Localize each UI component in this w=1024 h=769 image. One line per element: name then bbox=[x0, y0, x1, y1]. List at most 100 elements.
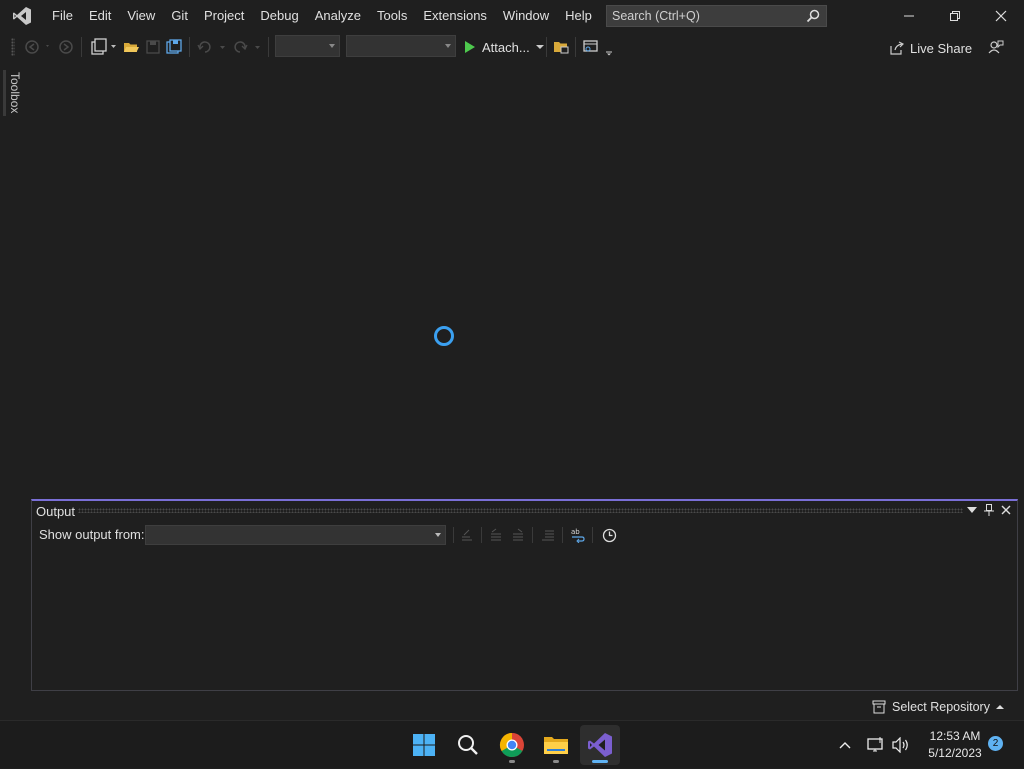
menu-debug[interactable]: Debug bbox=[252, 0, 306, 32]
menu-file[interactable]: File bbox=[44, 0, 81, 32]
menu-project[interactable]: Project bbox=[196, 0, 252, 32]
share-icon bbox=[890, 41, 904, 55]
network-button[interactable] bbox=[864, 721, 888, 769]
save-all-button[interactable] bbox=[165, 36, 183, 58]
toolbar-separator bbox=[81, 37, 82, 57]
navigate-forward-button[interactable] bbox=[56, 36, 76, 58]
solution-platforms-dropdown[interactable] bbox=[346, 35, 456, 57]
output-panel: Output Show output from: ab bbox=[31, 499, 1018, 691]
undo-button[interactable] bbox=[195, 36, 227, 58]
toolbar-separator bbox=[546, 37, 547, 57]
close-icon bbox=[1001, 505, 1011, 515]
feedback-button[interactable] bbox=[986, 36, 1006, 58]
live-share-button[interactable]: Live Share bbox=[890, 37, 972, 59]
toggle-word-wrap-button[interactable]: ab bbox=[569, 526, 587, 544]
restore-button[interactable] bbox=[932, 0, 978, 32]
volume-icon bbox=[892, 737, 908, 753]
clock-time: 12:53 AM bbox=[929, 729, 981, 743]
toolbar-grip[interactable] bbox=[11, 38, 15, 56]
search-box[interactable]: Search (Ctrl+Q) bbox=[606, 5, 827, 27]
next-message-icon bbox=[513, 528, 523, 541]
restore-icon bbox=[950, 11, 960, 21]
menu-git[interactable]: Git bbox=[163, 0, 196, 32]
taskbar-search-button[interactable] bbox=[448, 725, 488, 765]
chevron-up-icon bbox=[995, 705, 1004, 709]
taskbar-visual-studio[interactable] bbox=[580, 725, 620, 765]
minimize-button[interactable] bbox=[886, 0, 932, 32]
start-button[interactable] bbox=[404, 725, 444, 765]
redo-icon bbox=[234, 41, 260, 53]
previous-message-icon bbox=[491, 528, 501, 541]
chevron-down-icon bbox=[967, 507, 977, 513]
menu-help[interactable]: Help bbox=[557, 0, 600, 32]
volume-button[interactable] bbox=[890, 721, 912, 769]
save-all-icon bbox=[166, 39, 182, 54]
save-button[interactable] bbox=[144, 36, 162, 58]
clear-all-button[interactable] bbox=[539, 526, 557, 544]
minimize-icon bbox=[904, 15, 914, 17]
open-file-button[interactable] bbox=[122, 36, 140, 58]
menu-view[interactable]: View bbox=[119, 0, 163, 32]
new-project-icon bbox=[91, 38, 116, 55]
window-layout-button[interactable] bbox=[581, 36, 615, 58]
solution-configurations-dropdown[interactable] bbox=[275, 35, 340, 57]
taskbar-chrome[interactable] bbox=[492, 725, 532, 765]
menu-edit[interactable]: Edit bbox=[81, 0, 119, 32]
redo-button[interactable] bbox=[231, 36, 263, 58]
next-message-button[interactable] bbox=[509, 526, 527, 544]
windows-logo-icon bbox=[413, 734, 435, 756]
pin-panel-button[interactable] bbox=[982, 503, 996, 517]
previous-message-button[interactable] bbox=[487, 526, 505, 544]
active-indicator bbox=[592, 760, 608, 763]
output-source-dropdown[interactable] bbox=[145, 525, 446, 545]
select-repository-button[interactable]: Select Repository bbox=[872, 700, 1004, 714]
loading-spinner-icon bbox=[434, 326, 454, 346]
output-panel-title: Output bbox=[36, 503, 76, 519]
toolbar-separator bbox=[532, 527, 533, 543]
menu-tools[interactable]: Tools bbox=[369, 0, 415, 32]
panel-options-button[interactable] bbox=[965, 503, 979, 517]
clear-all-icon bbox=[542, 530, 554, 541]
chevron-down-icon bbox=[535, 45, 544, 49]
undo-icon bbox=[197, 41, 225, 53]
find-message-in-code-button[interactable] bbox=[458, 526, 476, 544]
toolbox-tab[interactable]: Toolbox bbox=[0, 70, 24, 116]
navigate-backward-icon bbox=[25, 40, 49, 54]
browse-folder-button[interactable] bbox=[552, 36, 570, 58]
navigate-backward-button[interactable] bbox=[22, 36, 52, 58]
folder-view-icon bbox=[554, 42, 569, 54]
chevron-down-icon bbox=[445, 44, 451, 48]
chevron-down-icon bbox=[435, 533, 441, 537]
feedback-person-icon bbox=[988, 40, 1004, 54]
menu-extensions[interactable]: Extensions bbox=[415, 0, 495, 32]
output-panel-header: Output bbox=[32, 501, 1017, 521]
clock-date: 5/12/2023 bbox=[928, 746, 982, 760]
toolbox-tab-bar bbox=[3, 70, 6, 116]
toolbar-separator bbox=[592, 527, 593, 543]
show-timestamps-button[interactable] bbox=[600, 526, 618, 544]
notification-badge[interactable]: 2 bbox=[988, 736, 1003, 751]
toolbar-separator bbox=[189, 37, 190, 57]
folder-icon bbox=[544, 737, 568, 754]
chevron-down-icon bbox=[329, 44, 335, 48]
taskbar-file-explorer[interactable] bbox=[536, 725, 576, 765]
taskbar-clock[interactable]: 12:53 AM 5/12/2023 bbox=[920, 728, 990, 762]
svg-text:ab: ab bbox=[571, 528, 580, 536]
attach-button[interactable]: Attach... bbox=[464, 36, 544, 58]
close-panel-button[interactable] bbox=[999, 503, 1013, 517]
new-project-button[interactable] bbox=[87, 36, 119, 58]
word-wrap-icon: ab bbox=[571, 528, 585, 543]
pin-icon bbox=[984, 504, 994, 516]
show-hidden-icons-button[interactable] bbox=[834, 721, 856, 769]
play-icon bbox=[465, 41, 475, 53]
attach-label: Attach... bbox=[482, 39, 530, 55]
find-message-icon bbox=[462, 529, 472, 541]
window-layout-icon bbox=[583, 40, 612, 56]
menu-window[interactable]: Window bbox=[495, 0, 557, 32]
menu-analyze[interactable]: Analyze bbox=[307, 0, 369, 32]
chevron-up-icon bbox=[839, 742, 851, 749]
clock-icon bbox=[602, 528, 616, 542]
repository-icon bbox=[872, 700, 886, 714]
panel-grip[interactable] bbox=[78, 508, 963, 513]
close-button[interactable] bbox=[978, 0, 1024, 32]
